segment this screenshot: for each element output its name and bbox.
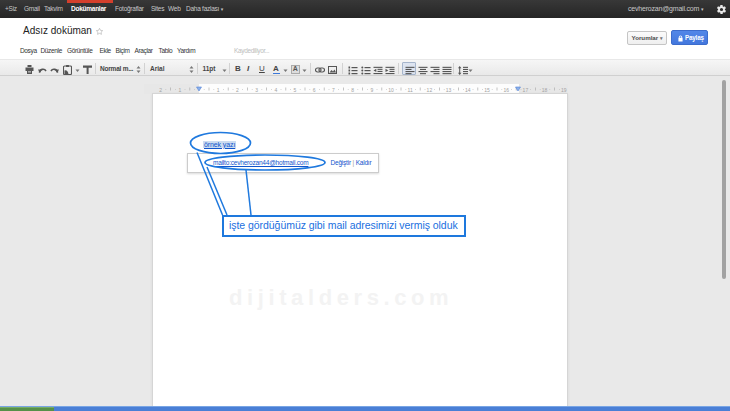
svg-text:16: 16 xyxy=(503,87,509,93)
svg-text:19: 19 xyxy=(561,87,567,93)
svg-text:2: 2 xyxy=(159,87,162,93)
svg-text:18: 18 xyxy=(542,87,548,93)
svg-text:1: 1 xyxy=(178,87,181,93)
svg-text:11: 11 xyxy=(408,87,413,93)
svg-text:3: 3 xyxy=(255,87,258,93)
svg-text:7: 7 xyxy=(332,87,335,93)
svg-text:9: 9 xyxy=(370,87,373,93)
svg-text:13: 13 xyxy=(446,87,452,93)
svg-text:14: 14 xyxy=(465,87,471,93)
svg-text:10: 10 xyxy=(388,87,394,93)
svg-text:4: 4 xyxy=(274,87,277,93)
svg-text:8: 8 xyxy=(351,87,354,93)
svg-text:15: 15 xyxy=(484,87,490,93)
svg-text:5: 5 xyxy=(294,87,297,93)
svg-text:1: 1 xyxy=(217,87,220,93)
svg-text:12: 12 xyxy=(427,87,433,93)
svg-text:2: 2 xyxy=(236,87,239,93)
svg-text:17: 17 xyxy=(523,87,529,93)
svg-text:6: 6 xyxy=(313,87,316,93)
